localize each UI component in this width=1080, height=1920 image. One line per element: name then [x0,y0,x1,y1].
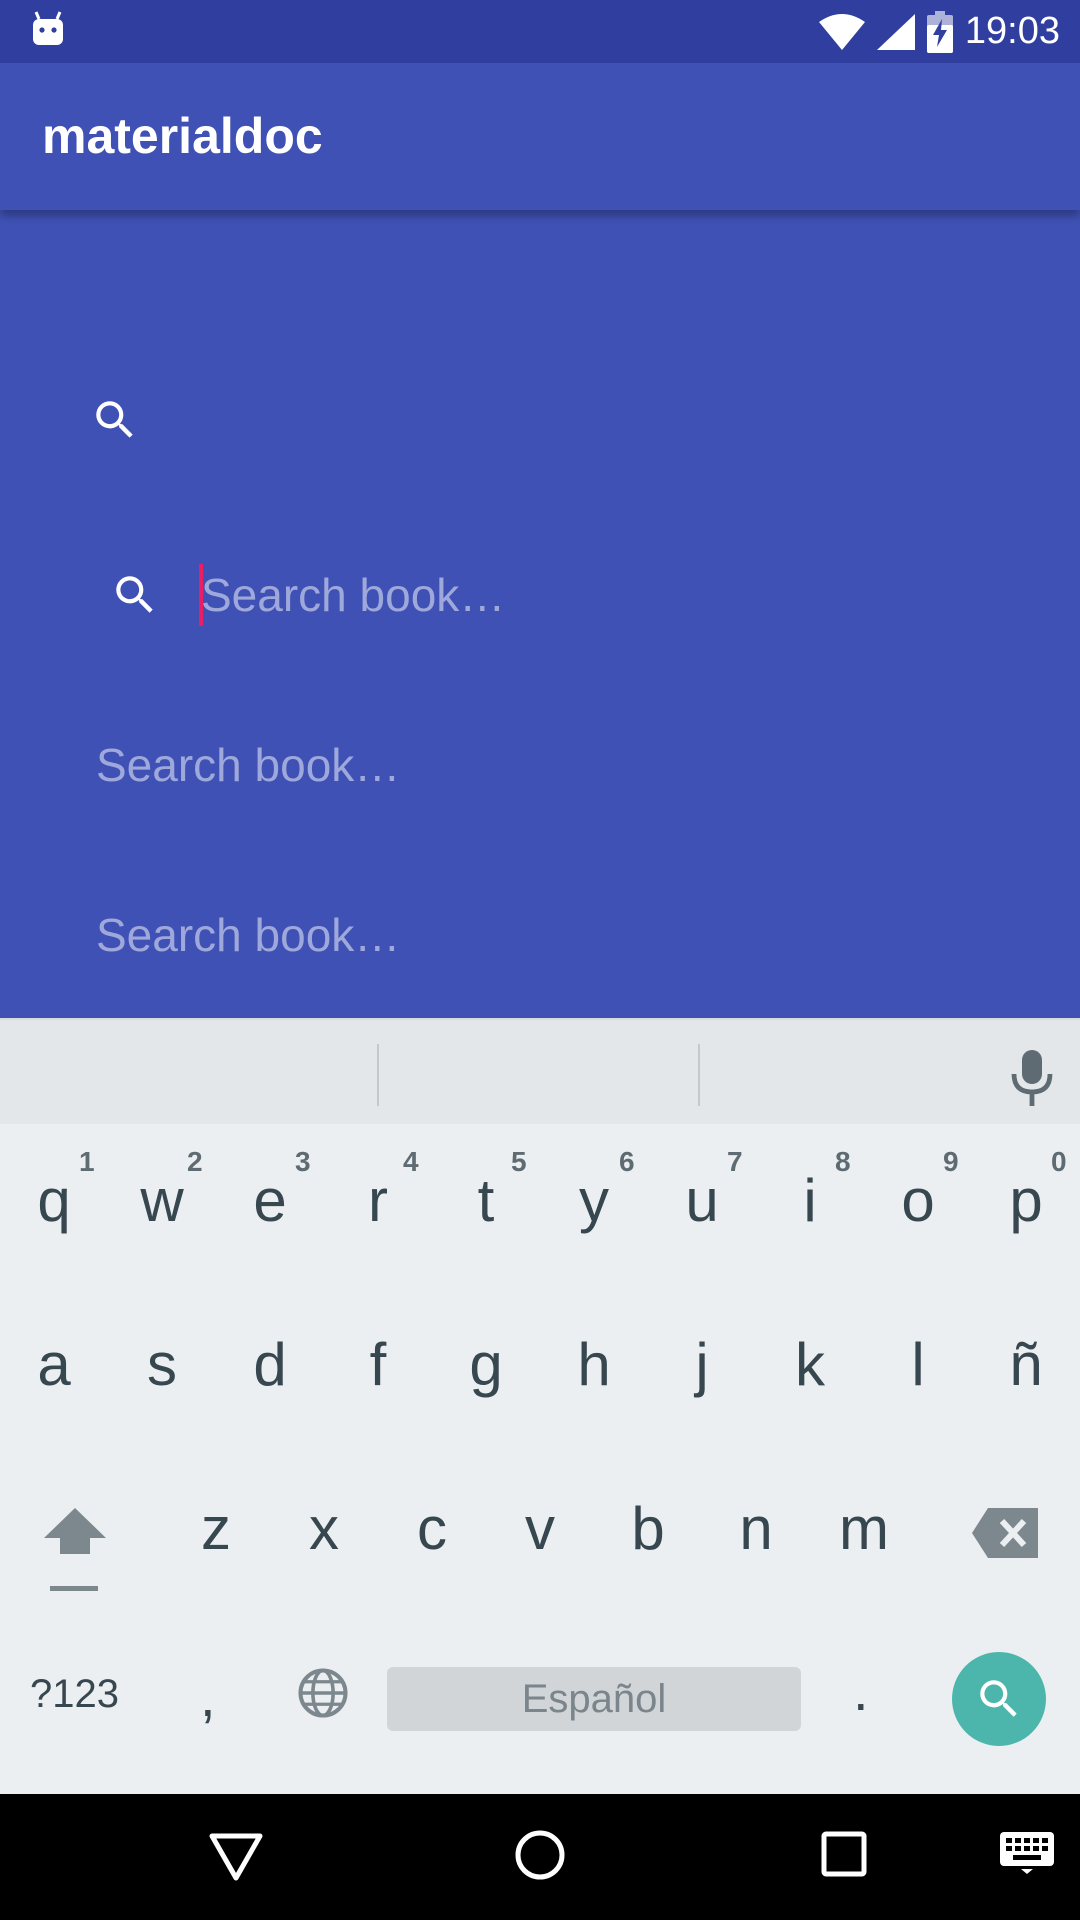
key-k[interactable]: k [760,1330,860,1399]
key-x[interactable]: x [274,1494,374,1563]
status-time: 19:03 [964,10,1060,52]
period-key[interactable]: . [853,1658,869,1723]
back-icon[interactable] [208,1832,264,1882]
key-v[interactable]: v [490,1494,590,1563]
shift-icon[interactable] [40,1504,110,1600]
key-e[interactable]: e [220,1166,320,1235]
key-z[interactable]: z [166,1494,266,1563]
text-cursor [199,564,203,626]
app-bar: materialdoc [0,63,1080,210]
key-d[interactable]: d [220,1330,320,1399]
suggestion-divider [377,1044,379,1106]
key-n-tilde[interactable]: ñ [976,1330,1076,1399]
key-j[interactable]: j [652,1330,752,1399]
signal-icon [876,13,915,50]
globe-icon[interactable] [296,1666,350,1720]
battery-charging-icon [926,10,953,53]
key-y[interactable]: y [544,1166,644,1235]
status-icons: 19:03 [818,0,1060,63]
key-n[interactable]: n [706,1494,806,1563]
android-icon [33,11,63,45]
navigation-bar [0,1794,1080,1920]
search-icon[interactable] [90,395,140,445]
key-i[interactable]: i [760,1166,860,1235]
key-h[interactable]: h [544,1330,644,1399]
key-l[interactable]: l [868,1330,968,1399]
keyboard-icon[interactable] [1000,1832,1054,1874]
key-o[interactable]: o [868,1166,968,1235]
space-key[interactable]: Español [387,1667,801,1731]
screen: 19:03 materialdoc Search book… Search bo… [0,0,1080,1920]
search-action-button[interactable] [952,1652,1046,1746]
suggestion-strip [0,1018,1080,1124]
microphone-icon[interactable] [1008,1048,1056,1108]
recents-icon[interactable] [820,1830,868,1878]
key-p[interactable]: p [976,1166,1076,1235]
symbols-key[interactable]: ?123 [30,1672,119,1717]
key-b[interactable]: b [598,1494,698,1563]
key-c[interactable]: c [382,1494,482,1563]
suggestion-divider [698,1044,700,1106]
soft-keyboard: 1 2 3 4 5 6 7 8 9 0 q w e r t y u i o p … [0,1018,1080,1794]
key-u[interactable]: u [652,1166,752,1235]
key-s[interactable]: s [112,1330,212,1399]
key-g[interactable]: g [436,1330,536,1399]
search-field-2[interactable]: Search book… [96,738,400,792]
key-r[interactable]: r [328,1166,428,1235]
search-icon [116,576,153,613]
backspace-icon[interactable] [972,1508,1038,1558]
key-q[interactable]: q [4,1166,104,1235]
status-bar: 19:03 [0,0,1080,63]
search-field-3[interactable]: Search book… [96,908,400,962]
key-m[interactable]: m [814,1494,914,1563]
key-w[interactable]: w [112,1166,212,1235]
search-input[interactable] [201,560,981,630]
key-f[interactable]: f [328,1330,428,1399]
search-icon [980,1680,1017,1717]
comma-key[interactable]: , [200,1664,216,1729]
app-title: materialdoc [42,108,323,164]
home-icon[interactable] [512,1827,568,1883]
key-t[interactable]: t [436,1166,536,1235]
search-view-expanded [110,560,1010,630]
wifi-icon [818,13,865,50]
key-a[interactable]: a [4,1330,104,1399]
